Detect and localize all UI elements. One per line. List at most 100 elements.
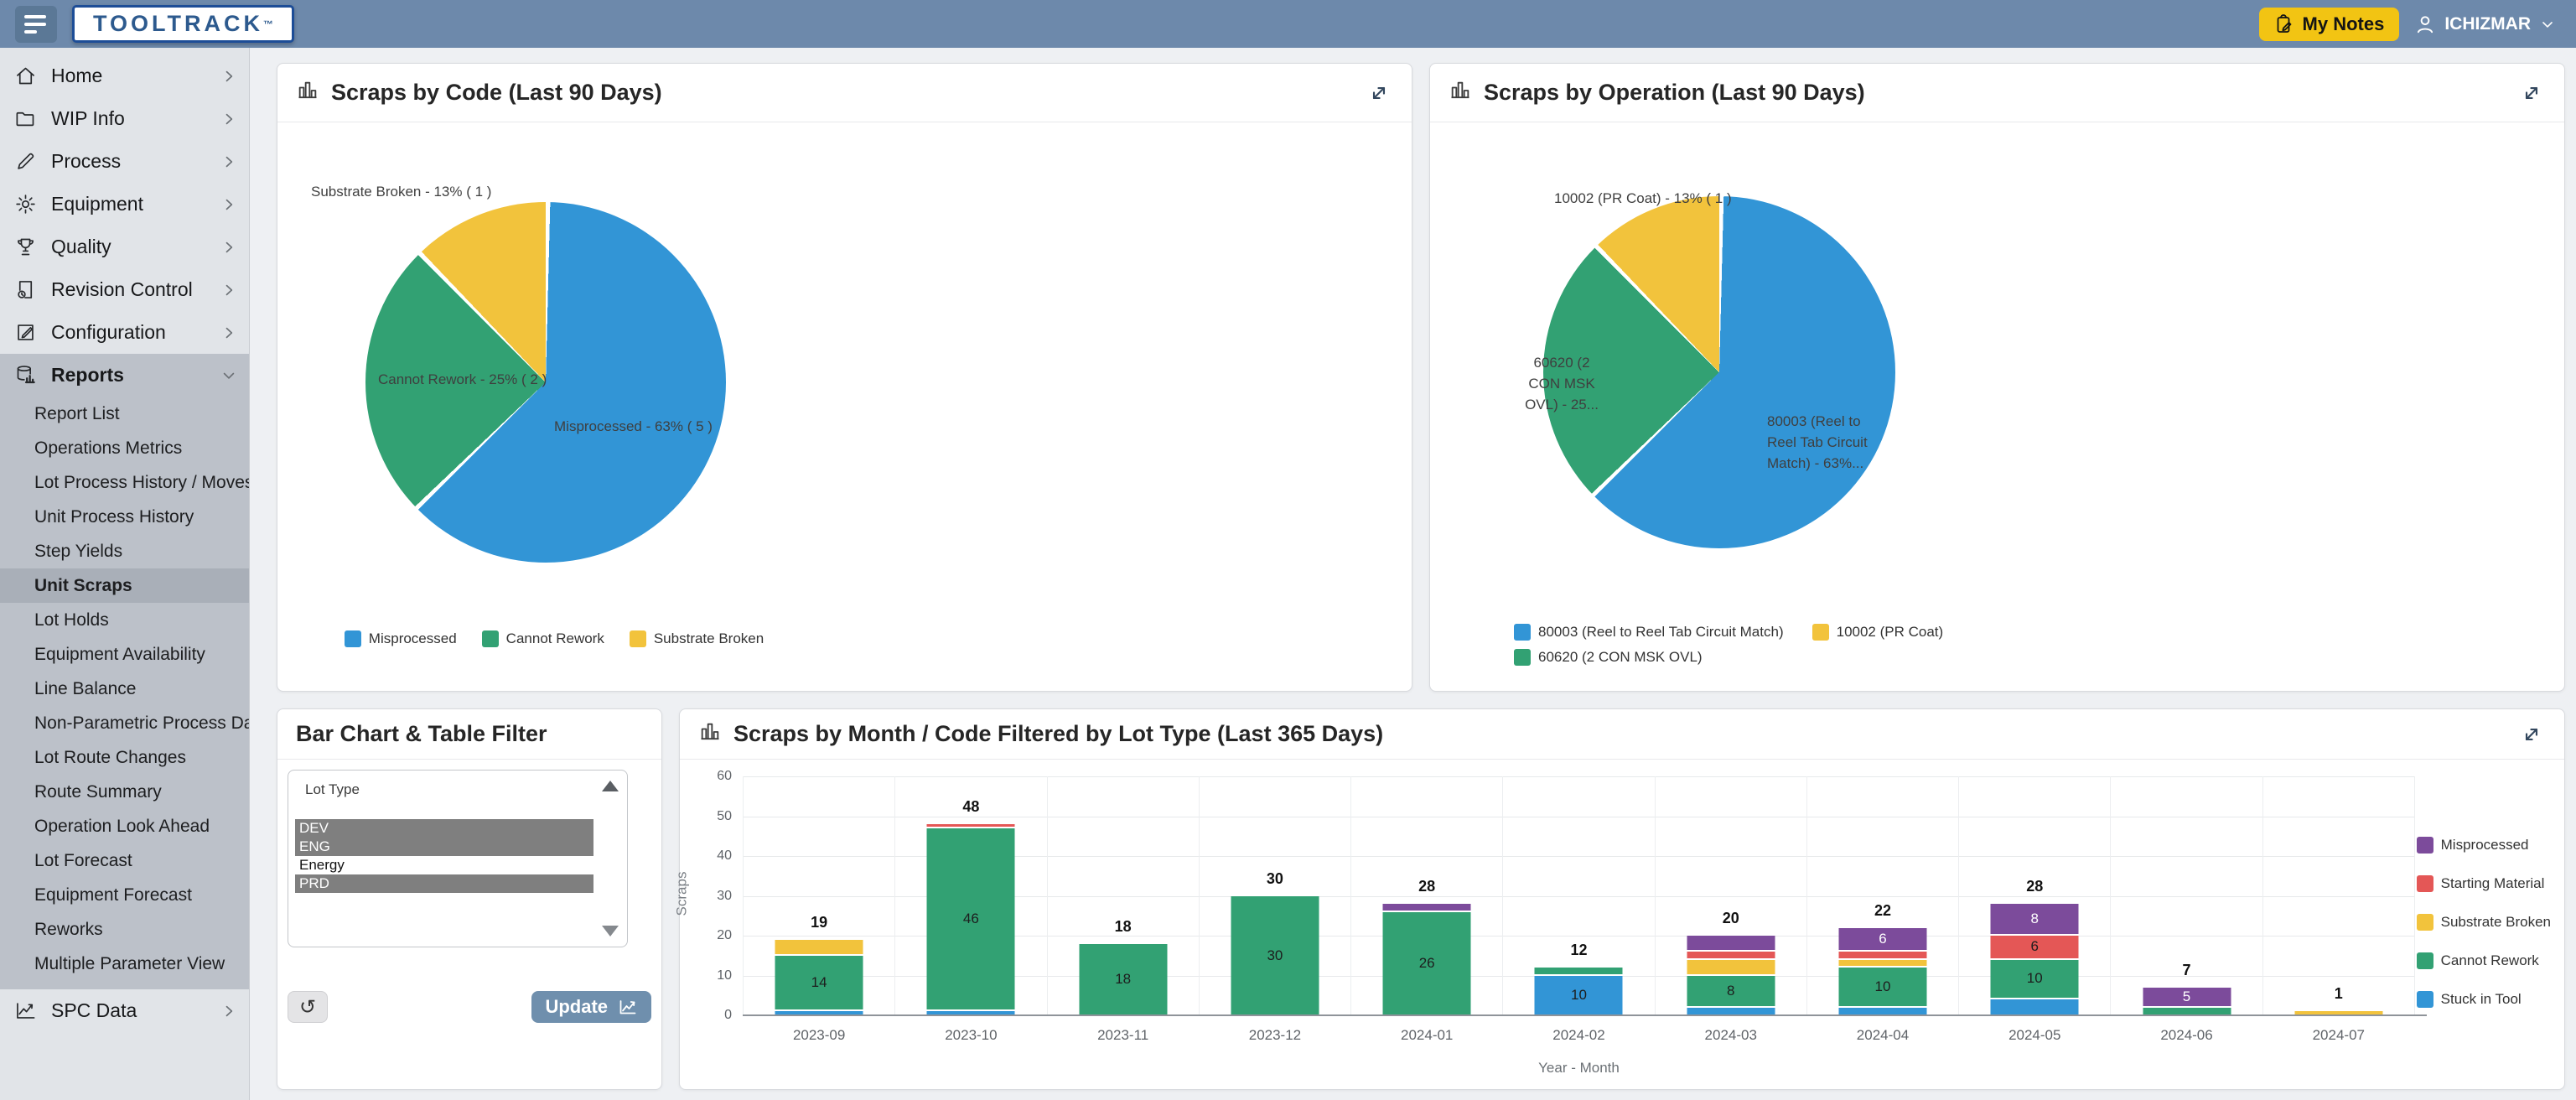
sidebar-subitem-lot-forecast[interactable]: Lot Forecast bbox=[0, 843, 249, 878]
sidebar-item-spc-data[interactable]: SPC Data bbox=[0, 989, 249, 1032]
sidebar-subitem-operations-metrics[interactable]: Operations Metrics bbox=[0, 431, 249, 465]
trademark-symbol: ™ bbox=[263, 18, 273, 30]
sidebar-subitem-equipment-forecast[interactable]: Equipment Forecast bbox=[0, 878, 249, 912]
sidebar-item-configuration[interactable]: Configuration bbox=[0, 311, 249, 354]
scroll-up-arrow-icon[interactable] bbox=[602, 781, 619, 791]
folder-icon bbox=[14, 107, 37, 130]
chevron-right-icon bbox=[220, 153, 237, 170]
my-notes-button[interactable]: My Notes bbox=[2259, 8, 2400, 41]
legend-label: Stuck in Tool bbox=[2441, 991, 2522, 1008]
sidebar-subitem-reworks[interactable]: Reworks bbox=[0, 912, 249, 947]
update-button[interactable]: Update bbox=[531, 991, 651, 1023]
legend-item-cannot-rework[interactable]: Cannot Rework bbox=[2417, 952, 2551, 969]
bar-total-label: 28 bbox=[1418, 878, 1435, 895]
chevron-right-icon bbox=[220, 282, 237, 298]
bar-segment-misprocessed bbox=[1687, 936, 1775, 952]
pie-slice-label-80003-reel-to-reel-tab-circuit-match: 80003 (Reel toReel Tab CircuitMatch) - 6… bbox=[1767, 411, 1922, 474]
expand-icon[interactable] bbox=[2517, 720, 2546, 749]
menu-toggle-button[interactable] bbox=[15, 6, 57, 43]
lot-type-option-eng[interactable]: ENG bbox=[295, 838, 593, 856]
sidebar-subitem-report-list[interactable]: Report List bbox=[0, 397, 249, 431]
home-icon bbox=[14, 65, 37, 87]
card-scraps-by-code: Scraps by Code (Last 90 Days) Misprocess… bbox=[277, 63, 1412, 692]
chart-legend: 80003 (Reel to Reel Tab Circuit Match) 10… bbox=[1514, 624, 1943, 666]
lot-type-options: DEVENGEnergyPRD bbox=[295, 819, 593, 893]
legend-item-stuck-in-tool[interactable]: Stuck in Tool bbox=[2417, 991, 2551, 1008]
legend-label: Cannot Rework bbox=[2441, 952, 2539, 969]
chevron-right-icon bbox=[220, 239, 237, 256]
sidebar-item-home[interactable]: Home bbox=[0, 54, 249, 97]
sidebar-item-quality[interactable]: Quality bbox=[0, 226, 249, 268]
x-axis-title: Year - Month bbox=[743, 1060, 2415, 1077]
bar-segment-stuck-in-tool: 10 bbox=[1535, 976, 1623, 1016]
legend-item-substrate-broken[interactable]: Substrate Broken bbox=[630, 630, 764, 647]
chevron-right-icon bbox=[220, 1003, 237, 1020]
legend-item-misprocessed[interactable]: Misprocessed bbox=[345, 630, 457, 647]
stacked-bar-2024-03: 8 bbox=[1687, 936, 1775, 1015]
legend-item-60620-2-con-msk-ovl[interactable]: 60620 (2 CON MSK OVL) bbox=[1514, 649, 1703, 666]
chevron-down-icon bbox=[2539, 16, 2556, 33]
sidebar-subitem-unit-scraps[interactable]: Unit Scraps bbox=[0, 568, 249, 603]
legend-item-starting-material[interactable]: Starting Material bbox=[2417, 875, 2551, 892]
reset-filter-button[interactable]: ↺ bbox=[288, 991, 328, 1023]
x-tick-label: 2024-02 bbox=[1503, 1027, 1654, 1044]
sidebar-subitem-lot-route-changes[interactable]: Lot Route Changes bbox=[0, 740, 249, 775]
card-title: Scraps by Month / Code Filtered by Lot T… bbox=[733, 721, 1383, 747]
legend-item-cannot-rework[interactable]: Cannot Rework bbox=[482, 630, 604, 647]
bar-slot-2024-05: 1068282024-05 bbox=[1958, 776, 2110, 1015]
legend-swatch bbox=[1514, 624, 1531, 641]
bar-chart-icon bbox=[296, 79, 319, 106]
bar-slot-2024-03: 8202024-03 bbox=[1655, 776, 1806, 1015]
expand-icon[interactable] bbox=[2517, 79, 2546, 107]
legend-swatch bbox=[2417, 991, 2433, 1008]
lot-type-option-energy[interactable]: Energy bbox=[295, 856, 593, 874]
lot-type-option-prd[interactable]: PRD bbox=[295, 874, 593, 893]
card-header: Scraps by Month / Code Filtered by Lot T… bbox=[680, 709, 2564, 760]
bar-segment-misprocessed: 5 bbox=[2143, 988, 2231, 1008]
sidebar-subitem-non-parametric-process-data[interactable]: Non-Parametric Process Data bbox=[0, 706, 249, 740]
bar-total-label: 28 bbox=[2026, 878, 2043, 895]
user-menu[interactable]: ICHIZMAR bbox=[2414, 13, 2561, 35]
y-tick-label: 50 bbox=[717, 809, 732, 824]
expand-icon[interactable] bbox=[1365, 79, 1393, 107]
bar-segment-cannot-rework bbox=[1535, 968, 1623, 976]
y-tick-label: 60 bbox=[717, 769, 732, 784]
bar-segment-cannot-rework: 46 bbox=[927, 828, 1015, 1012]
x-axis-line bbox=[743, 1014, 2427, 1016]
sidebar-subitem-step-yields[interactable]: Step Yields bbox=[0, 534, 249, 568]
legend-item-80003-reel-to-reel-tab-circuit-match[interactable]: 80003 (Reel to Reel Tab Circuit Match) bbox=[1514, 624, 1784, 641]
sidebar-item-process[interactable]: Process bbox=[0, 140, 249, 183]
legend-label: Misprocessed bbox=[2441, 837, 2529, 854]
legend-swatch bbox=[2417, 837, 2433, 854]
lot-type-listbox[interactable]: Lot Type DEVENGEnergyPRD bbox=[288, 770, 628, 947]
bar-segment-substrate-broken bbox=[1687, 960, 1775, 976]
app-logo: TOOLTRACK™ bbox=[72, 5, 294, 43]
sidebar-item-label: SPC Data bbox=[51, 999, 206, 1022]
sidebar-subitem-multiple-parameter-view[interactable]: Multiple Parameter View bbox=[0, 947, 249, 981]
legend-item-substrate-broken[interactable]: Substrate Broken bbox=[2417, 914, 2551, 931]
bar-segment-cannot-rework: 14 bbox=[775, 956, 863, 1012]
chart-legend: Misprocessed Cannot Rework Substrate Broke… bbox=[277, 630, 831, 647]
legend-label: Cannot Rework bbox=[506, 630, 604, 647]
sidebar-subitem-equipment-availability[interactable]: Equipment Availability bbox=[0, 637, 249, 672]
sidebar-subitem-lot-process-history-moves[interactable]: Lot Process History / Moves bbox=[0, 465, 249, 500]
sidebar-subitem-line-balance[interactable]: Line Balance bbox=[0, 672, 249, 706]
trophy-icon bbox=[14, 236, 37, 258]
sidebar-subitem-operation-look-ahead[interactable]: Operation Look Ahead bbox=[0, 809, 249, 843]
lot-type-option-dev[interactable]: DEV bbox=[295, 819, 593, 838]
legend-item-10002-pr-coat[interactable]: 10002 (PR Coat) bbox=[1812, 624, 1944, 641]
sidebar-subitem-route-summary[interactable]: Route Summary bbox=[0, 775, 249, 809]
sidebar-item-revision-control[interactable]: Revision Control bbox=[0, 268, 249, 311]
stacked-bar-2024-01: 26 bbox=[1383, 904, 1471, 1015]
sidebar-subitem-lot-holds[interactable]: Lot Holds bbox=[0, 603, 249, 637]
sidebar-item-reports[interactable]: Reports bbox=[0, 354, 249, 397]
sidebar-item-equipment[interactable]: Equipment bbox=[0, 183, 249, 226]
bar-segment-cannot-rework: 8 bbox=[1687, 976, 1775, 1008]
x-tick-label: 2024-03 bbox=[1656, 1027, 1806, 1044]
legend-label: Substrate Broken bbox=[2441, 914, 2551, 931]
legend-item-misprocessed[interactable]: Misprocessed bbox=[2417, 837, 2551, 854]
bar-slot-2024-07: 12024-07 bbox=[2262, 776, 2415, 1015]
sidebar-subitem-unit-process-history[interactable]: Unit Process History bbox=[0, 500, 249, 534]
scroll-down-arrow-icon[interactable] bbox=[602, 926, 619, 937]
sidebar-item-wip-info[interactable]: WIP Info bbox=[0, 97, 249, 140]
